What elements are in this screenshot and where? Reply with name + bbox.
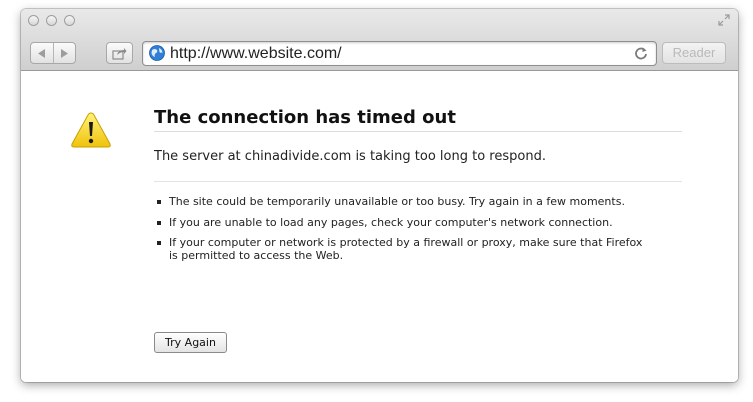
title-divider — [154, 131, 682, 132]
minimize-window-button[interactable] — [46, 15, 57, 26]
back-arrow-icon — [37, 48, 45, 58]
fullscreen-icon[interactable] — [718, 14, 730, 26]
share-icon — [112, 47, 127, 60]
url-text[interactable]: http://www.website.com/ — [170, 44, 342, 63]
bullet-icon — [157, 220, 161, 225]
browser-window: http://www.website.com/ Reader The conne… — [21, 9, 738, 382]
description-divider — [154, 181, 682, 182]
page-content: The connection has timed out The server … — [21, 71, 738, 382]
toolbar: http://www.website.com/ Reader — [21, 9, 738, 71]
warning-icon — [71, 112, 111, 148]
forward-button[interactable] — [52, 43, 76, 63]
bullet-icon — [157, 200, 161, 204]
list-item: The site could be temporarily unavailabl… — [154, 195, 654, 209]
back-forward-group — [30, 42, 76, 64]
list-item: If you are unable to load any pages, che… — [154, 216, 654, 230]
list-item: If your computer or network is protected… — [154, 236, 654, 262]
zoom-window-button[interactable] — [64, 15, 75, 26]
bullet-icon — [157, 241, 161, 245]
error-description: The server at chinadivide.com is taking … — [154, 149, 546, 164]
back-button[interactable] — [31, 43, 53, 63]
reader-button[interactable]: Reader — [662, 42, 726, 64]
suggestion-list: The site could be temporarily unavailabl… — [154, 195, 654, 270]
share-button[interactable] — [106, 42, 133, 64]
globe-icon — [149, 45, 165, 61]
address-bar[interactable]: http://www.website.com/ — [142, 41, 657, 66]
close-window-button[interactable] — [28, 15, 39, 26]
forward-arrow-icon — [61, 48, 69, 58]
reload-icon[interactable] — [634, 46, 648, 60]
try-again-button[interactable]: Try Again — [154, 332, 227, 353]
error-title: The connection has timed out — [154, 107, 456, 128]
